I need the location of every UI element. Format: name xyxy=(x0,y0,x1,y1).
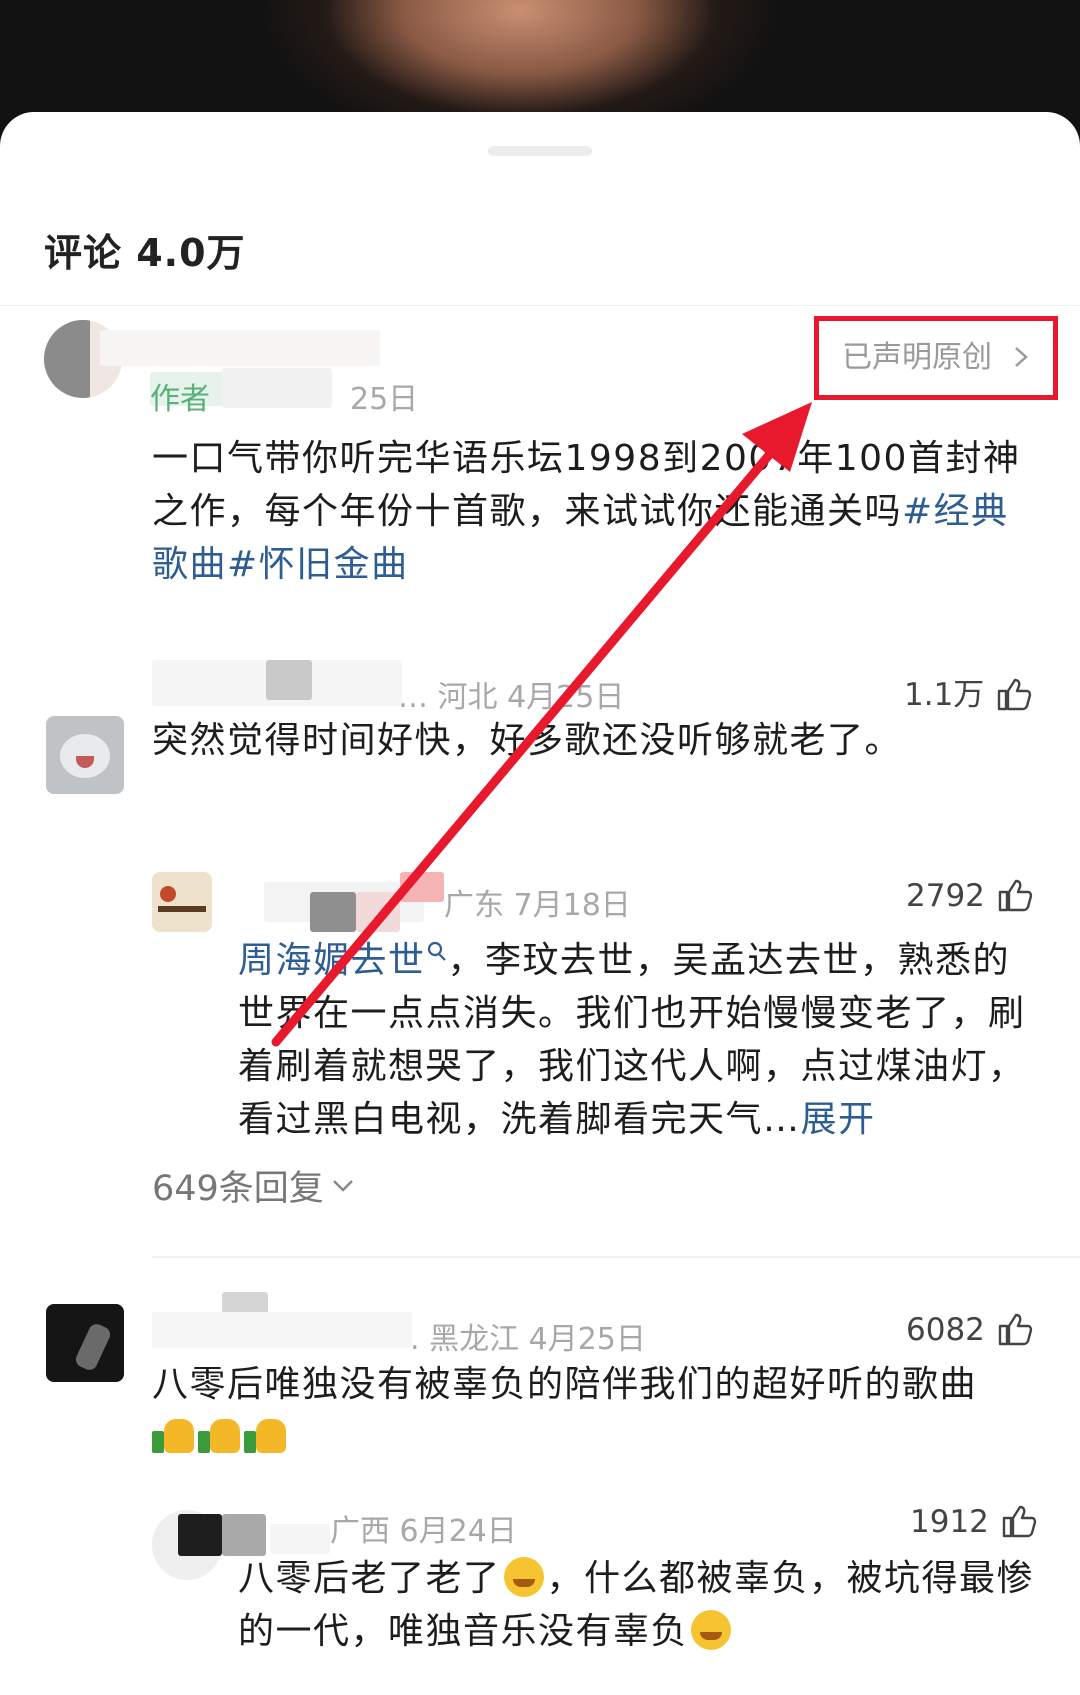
comment-text: 突然觉得时间好快，好多歌还没听够就老了。 xyxy=(152,720,903,761)
emoji-thumbs-up-icon xyxy=(244,1415,288,1455)
like-button[interactable]: 2792 xyxy=(906,878,1033,914)
like-button[interactable]: 6082 xyxy=(906,1312,1033,1348)
chevron-right-icon xyxy=(1014,347,1028,367)
avatar[interactable] xyxy=(46,716,124,794)
thumbs-up-icon xyxy=(998,879,1033,912)
view-replies-button[interactable]: 649条回复 xyxy=(152,1160,356,1211)
author-name-blurred xyxy=(100,330,380,366)
expand-link[interactable]: 展开 xyxy=(801,1099,876,1140)
username-blurred xyxy=(310,892,356,932)
avatar[interactable] xyxy=(46,1304,124,1382)
reply-meta: 广西 6月24日 xyxy=(330,1514,517,1549)
comment-meta: … 河北 4月25日 xyxy=(398,680,625,715)
like-button[interactable]: 1912 xyxy=(910,1504,1037,1540)
reply-meta: 广东 7月18日 xyxy=(444,888,631,923)
sheet-drag-handle[interactable] xyxy=(488,146,592,156)
username-blurred xyxy=(356,892,400,932)
username-blurred xyxy=(400,872,444,902)
username-blurred xyxy=(270,1524,330,1554)
thumbs-up-icon xyxy=(998,678,1032,711)
author-badge: 作者 xyxy=(150,382,210,417)
emoji-thumbs-up-icon xyxy=(152,1415,196,1455)
mention-link[interactable]: 周海媚去世 xyxy=(238,940,448,981)
original-declared-link[interactable]: 已声明原创 xyxy=(842,332,1032,376)
emoji-crying-icon xyxy=(691,1610,732,1650)
chevron-down-icon xyxy=(332,1180,353,1192)
comment-divider xyxy=(152,1256,1080,1258)
search-mention-icon xyxy=(427,941,446,961)
avatar[interactable] xyxy=(152,872,212,932)
comment-meta: . 黑龙江 4月25日 xyxy=(410,1322,646,1357)
username-blurred xyxy=(178,1514,222,1556)
reply-text: 周海媚去世 ，李玟去世，吴孟达去世，熟悉的世界在一点点消失。我们也开始慢慢变老了，… xyxy=(238,940,1026,1140)
username-blurred xyxy=(222,1514,266,1556)
comment-text: 八零后唯独没有被辜负的陪伴我们的超好听的歌曲 xyxy=(152,1358,1032,1464)
reply-text: 八零后老了老了 ，什么都被辜负，被坑得最惨的一代，唯独音乐没有辜负 xyxy=(238,1557,1035,1652)
header-divider xyxy=(0,305,1080,306)
comments-title: 评论 4.0万 xyxy=(44,231,246,275)
username-blurred xyxy=(152,1312,412,1348)
like-button[interactable]: 1.1万 xyxy=(904,669,1032,714)
thumbs-up-icon xyxy=(998,1313,1033,1346)
thumbs-up-icon xyxy=(1002,1505,1037,1538)
hashtag-link[interactable]: #怀旧金曲 xyxy=(227,544,409,585)
author-post-text: 一口气带你听完华语乐坛1998到2007年100首封神之作，每个年份十首歌，来试… xyxy=(152,438,1021,585)
comment-sheet: 评论 4.0万 作者 25日 已声明原创 一口气带你听完华语乐坛1998到200… xyxy=(0,112,1080,1695)
emoji-crying-icon xyxy=(503,1557,544,1597)
author-meta-blurred xyxy=(222,368,332,408)
author-post-date: 25日 xyxy=(350,382,419,417)
emoji-thumbs-up-icon xyxy=(198,1415,242,1455)
username-blurred xyxy=(266,660,312,700)
